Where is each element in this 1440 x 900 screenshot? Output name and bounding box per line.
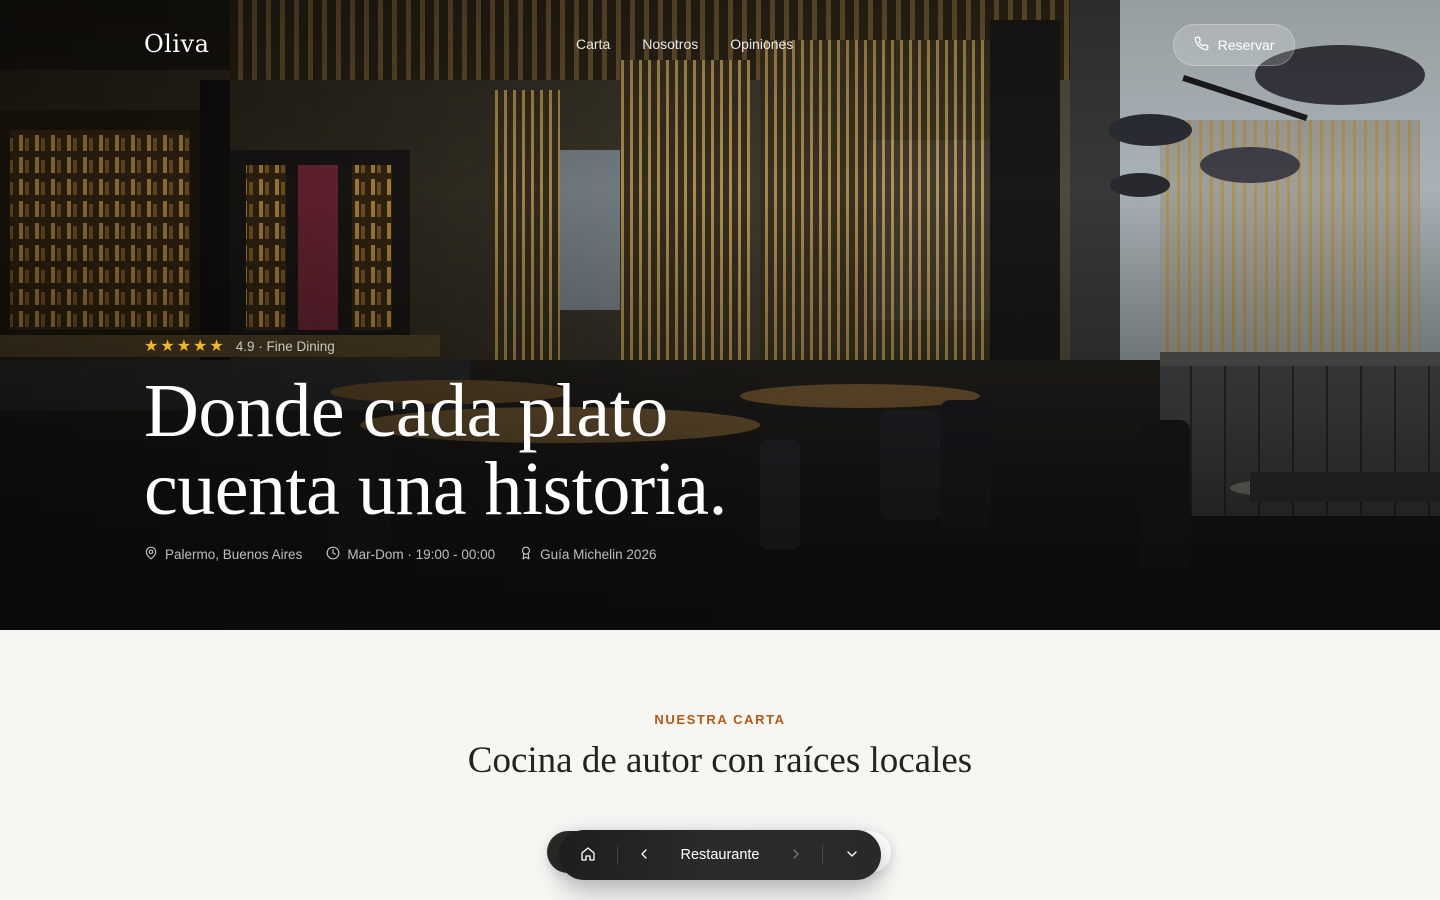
award-text: Guía Michelin 2026 [540, 547, 657, 562]
toolbar-label: Restaurante [680, 847, 760, 863]
reserve-button[interactable]: Reservar [1173, 24, 1295, 66]
star-rating: ★ ★ ★ ★ ★ [144, 337, 224, 355]
nav-link-carta[interactable]: Carta [576, 36, 610, 52]
location-info: Palermo, Buenos Aires [144, 546, 302, 563]
star-icon: ★ [176, 336, 192, 355]
hero-section: Oliva Carta Nosotros Opiniones Reservar … [0, 0, 1440, 630]
previous-button[interactable] [618, 830, 670, 880]
rating-row: ★ ★ ★ ★ ★ 4.9 · Fine Dining [144, 337, 335, 355]
home-icon [580, 846, 596, 865]
section-title: Cocina de autor con raíces locales [467, 740, 973, 781]
floating-toolbar: Restaurante [559, 830, 881, 880]
reserve-button-label: Reservar [1217, 37, 1275, 53]
home-button[interactable] [559, 830, 617, 880]
star-icon: ★ [144, 336, 159, 355]
hours-text: Mar-Dom · 19:00 - 00:00 [347, 547, 496, 562]
star-icon: ★ [193, 336, 208, 355]
phone-icon [1194, 36, 1209, 54]
chevron-down-icon [844, 846, 860, 865]
top-navigation: Oliva Carta Nosotros Opiniones Reservar [0, 0, 1440, 90]
location-text: Palermo, Buenos Aires [165, 547, 303, 562]
star-icon: ★ [209, 336, 224, 355]
hero-meta-row: Palermo, Buenos Aires Mar-Dom · 19:00 - … [144, 546, 656, 563]
star-icon: ★ [160, 336, 175, 355]
map-pin-icon [144, 546, 158, 563]
rating-text: 4.9 · Fine Dining [235, 338, 335, 354]
hero-headline-line-2: cuenta una historia. [144, 447, 728, 531]
chevron-right-icon [788, 846, 804, 865]
hero-gradient-overlay [0, 0, 1440, 630]
award-icon [519, 546, 533, 563]
nav-link-opiniones[interactable]: Opiniones [730, 36, 793, 52]
brand-logo[interactable]: Oliva [144, 30, 209, 58]
section-eyebrow: NUESTRA CARTA [654, 712, 786, 727]
hero-headline-line-1: Donde cada plato [144, 369, 668, 453]
hours-info: Mar-Dom · 19:00 - 00:00 [326, 546, 495, 563]
nav-link-nosotros[interactable]: Nosotros [642, 36, 698, 52]
clock-icon [326, 546, 340, 563]
next-button[interactable] [770, 830, 822, 880]
award-info: Guía Michelin 2026 [519, 546, 656, 563]
expand-menu-button[interactable] [823, 830, 881, 880]
hero-headline: Donde cada plato cuenta una historia. [144, 372, 964, 528]
nav-links: Carta Nosotros Opiniones [576, 36, 793, 52]
chevron-left-icon [636, 846, 652, 865]
